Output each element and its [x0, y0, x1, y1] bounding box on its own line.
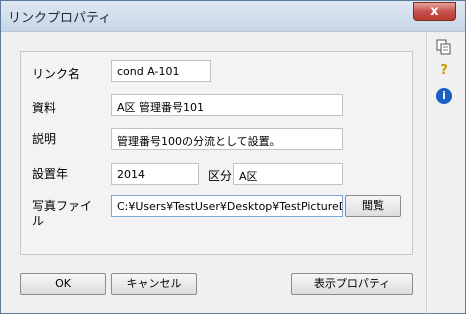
help-icon[interactable]: ? [435, 63, 453, 81]
info-icon[interactable]: i [435, 88, 453, 106]
browse-button[interactable]: 閲覧 [345, 195, 401, 217]
cancel-button[interactable]: キャンセル [111, 273, 197, 295]
window-title: リンクプロパティ [8, 11, 112, 26]
description-input[interactable]: 管理番号100の分流として設置。 [111, 128, 343, 150]
install-year-label: 設置年 [32, 167, 69, 181]
description-label: 説明 [32, 132, 57, 146]
photo-file-input[interactable]: C:¥Users¥TestUser¥Desktop¥TestPictureDat… [111, 195, 343, 217]
info-glyph: i [436, 88, 452, 104]
material-input[interactable]: A区 管理番号101 [111, 94, 343, 116]
display-properties-button[interactable]: 表示プロパティ [291, 273, 413, 295]
copy-icon[interactable] [435, 38, 453, 56]
link-name-input[interactable]: cond A-101 [111, 60, 211, 82]
link-properties-dialog: リンクプロパティ x リンク名 cond A-101 資料 A区 管理番号101… [0, 0, 466, 315]
link-name-label: リンク名 [32, 67, 81, 81]
close-icon: x [430, 4, 439, 19]
category-label: 区分 [208, 169, 233, 183]
category-input[interactable]: A区 [233, 163, 343, 185]
material-label: 資料 [32, 101, 57, 115]
title-bar: リンクプロパティ x [1, 1, 465, 32]
photo-file-label-line2: ル [32, 214, 45, 228]
ok-button[interactable]: OK [20, 273, 106, 295]
close-button[interactable]: x [413, 2, 456, 21]
sidebar-divider [426, 31, 427, 315]
install-year-input[interactable]: 2014 [111, 163, 199, 185]
help-glyph: ? [440, 63, 448, 78]
